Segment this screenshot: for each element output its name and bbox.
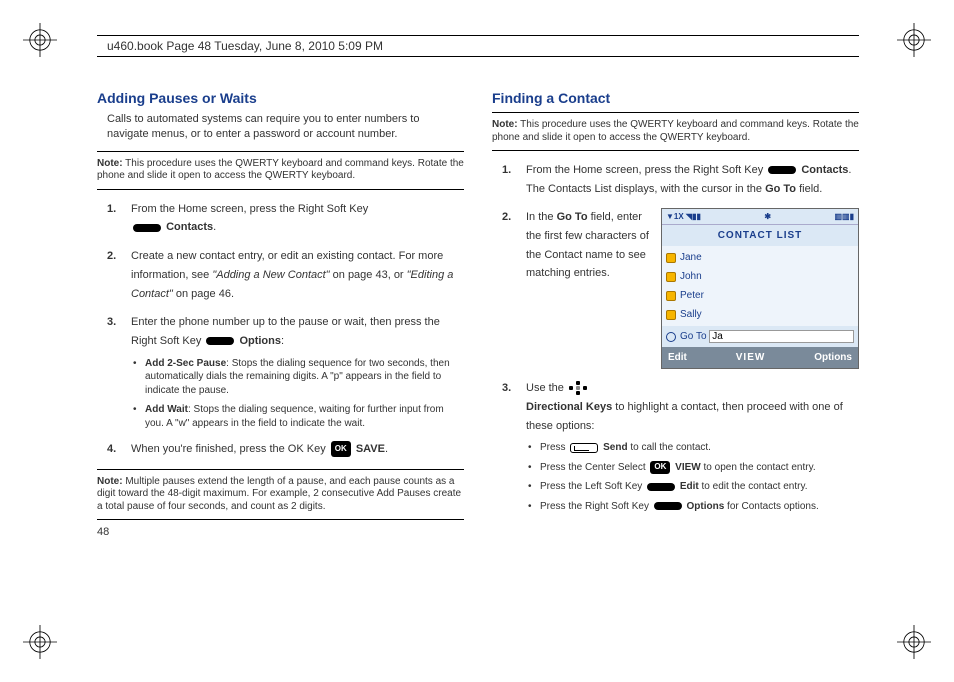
page-number: 48 [97,526,464,538]
contact-icon [666,253,676,263]
crop-mark-icon [894,20,934,60]
left-column: Adding Pauses or Waits Calls to automate… [97,90,464,622]
battery-icon: ▥▥▮ [834,210,854,224]
right-softkey-icon [654,502,682,510]
note-text: This procedure uses the QWERTY keyboard … [97,158,464,182]
bullet-add-wait: Add Wait: Stops the dialing sequence, wa… [131,403,464,430]
send-key-icon [570,443,598,453]
note-text: Multiple pauses extend the length of a p… [97,476,461,512]
contacts-label: Contacts [166,221,213,233]
crop-mark-icon [20,20,60,60]
crop-mark-icon [20,622,60,662]
phone-softkey-bar: Edit VIEW Options [662,347,858,368]
rule-line [492,150,859,151]
rule-line [97,519,464,520]
softkey-center: VIEW [736,349,766,366]
status-mid-icon: ✱ [764,210,771,224]
rule-line [97,469,464,470]
goto-input[interactable] [709,330,854,343]
step-1: From the Home screen, press the Right So… [492,161,859,198]
note-text: This procedure uses the QWERTY keyboard … [492,119,859,143]
bullet-options: Press the Right Soft Key Options for Con… [526,500,859,514]
search-icon [666,332,676,342]
note-label: Note: [492,119,518,130]
crop-mark-icon [894,622,934,662]
bullet-send: Press Send to call the contact. [526,441,859,455]
step-1: From the Home screen, press the Right So… [97,200,464,237]
ok-key-icon: OK [331,441,351,457]
list-item: Peter [662,286,858,305]
intro-paragraph: Calls to automated systems can require y… [107,112,464,143]
phone-screenshot: ▼1X ◥▮▮ ✱ ▥▥▮ CONTACT LIST Jane John Pet… [661,208,859,369]
dpad-icon [569,381,587,395]
contact-icon [666,272,676,282]
phone-contact-list: Jane John Peter Sally [662,246,858,326]
step-4: When you're finished, press the OK Key O… [97,440,464,459]
phone-title: CONTACT LIST [662,224,858,246]
list-item: Sally [662,305,858,324]
step-2: Create a new contact entry, or edit an e… [97,247,464,303]
signal-icon: ▼1X ◥▮▮ [666,210,701,224]
running-head-text: u460.book Page 48 Tuesday, June 8, 2010 … [107,39,383,53]
softkey-left: Edit [668,349,687,366]
step-3: Use the Directional Keys to highlight a … [492,379,859,513]
ok-key-icon: OK [650,461,670,474]
bullet-edit: Press the Left Soft Key Edit to edit the… [526,480,859,494]
goto-label: Go To [680,328,707,345]
step-3: Enter the phone number up to the pause o… [97,313,464,430]
note-qwerty: Note: This procedure uses the QWERTY key… [97,156,464,185]
list-item: Jane [662,248,858,267]
right-softkey-icon [768,166,796,174]
rule-line [492,112,859,113]
phone-goto-row: Go To [662,326,858,347]
left-softkey-icon [647,483,675,491]
right-column: Finding a Contact Note: This procedure u… [492,90,859,622]
note-multiple-pauses: Note: Multiple pauses extend the length … [97,474,464,516]
bullet-add-pause: Add 2-Sec Pause: Stops the dialing seque… [131,357,464,398]
step-2: ▼1X ◥▮▮ ✱ ▥▥▮ CONTACT LIST Jane John Pet… [492,208,859,369]
right-softkey-icon [133,224,161,232]
contact-icon [666,310,676,320]
heading-adding-pauses: Adding Pauses or Waits [97,90,464,106]
right-softkey-icon [206,337,234,345]
note-qwerty: Note: This procedure uses the QWERTY key… [492,117,859,146]
note-label: Note: [97,476,123,487]
bullet-view: Press the Center Select OK VIEW to open … [526,461,859,475]
rule-line [97,189,464,190]
softkey-right: Options [814,349,852,366]
note-label: Note: [97,158,123,169]
contact-icon [666,291,676,301]
running-head: u460.book Page 48 Tuesday, June 8, 2010 … [97,35,859,57]
phone-status-bar: ▼1X ◥▮▮ ✱ ▥▥▮ [662,209,858,224]
rule-line [97,151,464,152]
list-item: John [662,267,858,286]
heading-finding-contact: Finding a Contact [492,90,859,106]
